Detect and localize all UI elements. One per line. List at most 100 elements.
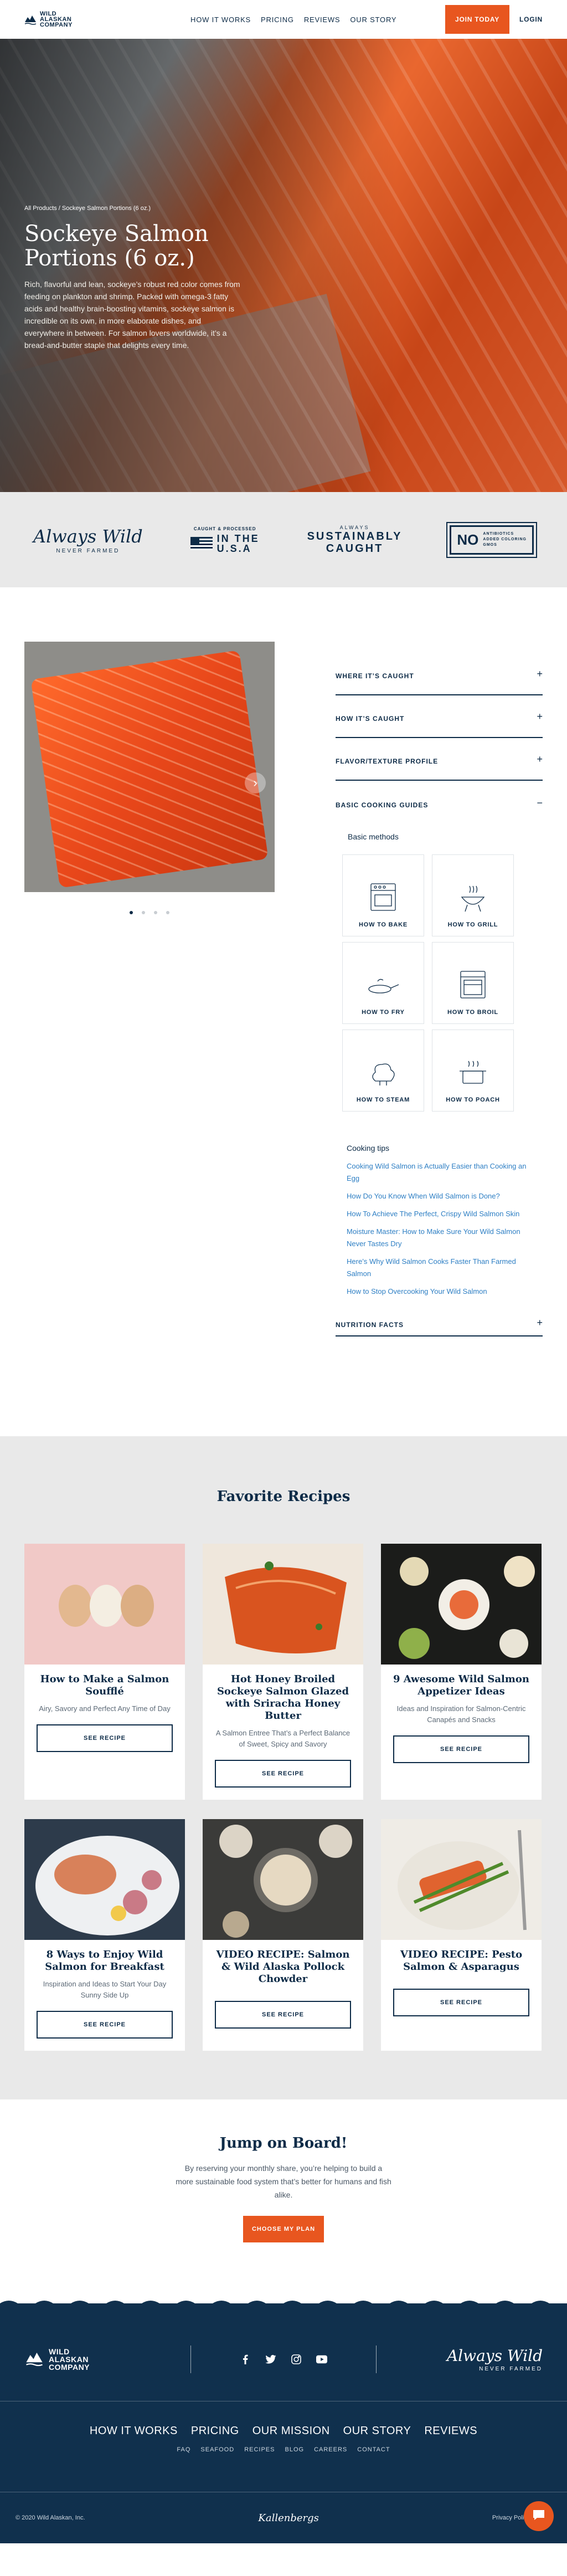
method-steam[interactable]: HOW TO STEAM [342, 1030, 424, 1112]
cooking-tip-link[interactable]: How To Achieve The Perfect, Crispy Wild … [347, 1208, 535, 1220]
method-label: HOW TO POACH [446, 1097, 500, 1103]
accordion-label: WHERE IT’S CAUGHT [336, 672, 414, 680]
see-recipe-button[interactable]: SEE RECIPE [37, 1724, 173, 1752]
carousel-dot[interactable] [154, 911, 157, 914]
footer-logo[interactable]: WILD ALASKAN COMPANY [24, 2348, 190, 2371]
recipe-title[interactable]: Hot Honey Broiled Sockeye Salmon Glazed … [215, 1673, 351, 1722]
flag-icon [190, 536, 213, 550]
social-links [240, 2354, 327, 2365]
method-grill[interactable]: HOW TO GRILL [432, 854, 514, 936]
recipe-card: 9 Awesome Wild Salmon Appetizer Ideas Id… [381, 1544, 542, 1800]
breakfast-illustration [35, 1836, 179, 1935]
favorite-recipes: Favorite Recipes How to Make a Salmon So… [0, 1436, 567, 2099]
cooking-tip-link[interactable]: Moisture Master: How to Make Sure Your W… [347, 1226, 535, 1250]
cooking-methods-grid: HOW TO BAKE HOW TO GRILL HOW TO FRY HOW … [342, 854, 543, 1112]
cooking-tip-link[interactable]: Cooking Wild Salmon is Actually Easier t… [347, 1160, 535, 1185]
frying-pan-icon [367, 968, 400, 1001]
twitter-icon[interactable] [265, 2354, 276, 2365]
no-badge-item: GMOS [483, 543, 497, 547]
footer-link-careers[interactable]: CAREERS [314, 2446, 347, 2453]
see-recipe-button[interactable]: SEE RECIPE [215, 2001, 351, 2029]
see-recipe-button[interactable]: SEE RECIPE [393, 1989, 529, 2016]
facebook-icon[interactable] [240, 2354, 251, 2365]
footer-link-faq[interactable]: FAQ [177, 2446, 190, 2453]
nav-reviews[interactable]: REVIEWS [304, 16, 341, 24]
recipe-card: How to Make a Salmon Soufflé Airy, Savor… [24, 1544, 185, 1800]
cooking-tip-link[interactable]: How to Stop Overcooking Your Wild Salmon [347, 1286, 535, 1298]
method-poach[interactable]: HOW TO POACH [432, 1030, 514, 1112]
salmon-fillet-image [30, 650, 269, 888]
footer-link-contact[interactable]: CONTACT [357, 2446, 390, 2453]
footer-nav-how-it-works[interactable]: HOW IT WORKS [90, 2425, 178, 2437]
nav-pricing[interactable]: PRICING [261, 16, 294, 24]
recipe-card: VIDEO RECIPE: Pesto Salmon & Asparagus S… [381, 1819, 542, 2051]
chat-button[interactable] [524, 2501, 554, 2531]
method-label: HOW TO BROIL [447, 1009, 498, 1016]
footer-nav-pricing[interactable]: PRICING [191, 2425, 239, 2437]
logo[interactable]: WILD ALASKAN COMPANY [24, 11, 146, 28]
nav-how-it-works[interactable]: HOW IT WORKS [190, 16, 251, 24]
accordion-nutrition-facts[interactable]: NUTRITION FACTS + [336, 1311, 543, 1336]
minus-icon: − [537, 797, 543, 808]
footer-nav-our-mission[interactable]: OUR MISSION [252, 2425, 330, 2437]
cooking-tip-link[interactable]: How Do You Know When Wild Salmon is Done… [347, 1190, 535, 1202]
carousel-dot[interactable] [130, 911, 133, 914]
youtube-icon[interactable] [316, 2354, 327, 2365]
recipe-title[interactable]: 8 Ways to Enjoy Wild Salmon for Breakfas… [37, 1949, 173, 1973]
footer-link-blog[interactable]: BLOG [285, 2446, 304, 2453]
recipe-image [381, 1819, 542, 1940]
accordion-how-caught[interactable]: HOW IT’S CAUGHT + [336, 695, 543, 738]
see-recipe-button[interactable]: SEE RECIPE [393, 1735, 529, 1763]
copyright: © 2020 Wild Alaskan, Inc. [16, 2514, 85, 2521]
kallenbergs-logo[interactable]: Kallenbergs [258, 2512, 318, 2524]
carousel-dot[interactable] [142, 911, 145, 914]
recipe-title[interactable]: 9 Awesome Wild Salmon Appetizer Ideas [393, 1673, 529, 1698]
cooking-tip-link[interactable]: Here’s Why Wild Salmon Cooks Faster Than… [347, 1256, 535, 1280]
method-label: HOW TO FRY [362, 1009, 405, 1016]
recipe-title[interactable]: How to Make a Salmon Soufflé [37, 1673, 173, 1698]
usa-badge-row: IN THE U.S.A [190, 534, 260, 554]
logo-text-line: COMPANY [49, 2363, 90, 2372]
recipe-card: 8 Ways to Enjoy Wild Salmon for Breakfas… [24, 1819, 185, 2051]
footer-nav-our-story[interactable]: OUR STORY [343, 2425, 411, 2437]
recipe-image [24, 1544, 185, 1665]
hero-content: All Products / Sockeye Salmon Portions (… [24, 205, 240, 351]
carousel-dots [24, 911, 275, 914]
accordion-label: NUTRITION FACTS [336, 1321, 404, 1329]
recipe-title[interactable]: VIDEO RECIPE: Pesto Salmon & Asparagus [393, 1949, 529, 1973]
footer-link-recipes[interactable]: RECIPES [244, 2446, 275, 2453]
sustainably-caught-badge: ALWAYS SUSTAINABLY CAUGHT [307, 525, 403, 555]
accordion-cooking-guides[interactable]: BASIC COOKING GUIDES − [336, 781, 543, 823]
recipe-card-body: 8 Ways to Enjoy Wild Salmon for Breakfas… [24, 1940, 185, 2051]
breadcrumb[interactable]: All Products / Sockeye Salmon Portions (… [24, 205, 240, 212]
next-arrow-icon[interactable]: › [245, 772, 266, 793]
usa-badge-line: U.S.A [217, 542, 252, 554]
accordion-where-caught[interactable]: WHERE IT’S CAUGHT + [336, 653, 543, 695]
footer-nav-reviews[interactable]: REVIEWS [424, 2425, 477, 2437]
footer-link-seafood[interactable]: SEAFOOD [200, 2446, 234, 2453]
grill-icon [456, 880, 489, 914]
main-nav: HOW IT WORKS PRICING REVIEWS OUR STORY [190, 16, 396, 24]
instagram-icon[interactable] [291, 2354, 302, 2365]
eggs-illustration [59, 1585, 154, 1627]
nav-our-story[interactable]: OUR STORY [350, 16, 396, 24]
see-recipe-button[interactable]: SEE RECIPE [215, 1760, 351, 1788]
cooking-tips-title: Cooking tips [347, 1144, 390, 1153]
jump-on-board: Jump on Board! By reserving your monthly… [0, 2099, 567, 2303]
login-link[interactable]: LOGIN [519, 16, 543, 23]
never-farmed-text: NEVER FARMED [479, 2366, 543, 2372]
carousel-dot[interactable] [166, 911, 169, 914]
recipe-title[interactable]: VIDEO RECIPE: Salmon & Wild Alaska Pollo… [215, 1949, 351, 1985]
accordion-flavor-profile[interactable]: FLAVOR/TEXTURE PROFILE + [336, 738, 543, 781]
method-broil[interactable]: HOW TO BROIL [432, 942, 514, 1024]
footer-divider [376, 2345, 377, 2373]
always-wild-badge: Always Wild NEVER FARMED [377, 2347, 543, 2372]
method-bake[interactable]: HOW TO BAKE [342, 854, 424, 936]
see-recipe-button[interactable]: SEE RECIPE [37, 2011, 173, 2039]
method-fry[interactable]: HOW TO FRY [342, 942, 424, 1024]
join-today-button[interactable]: JOIN TODAY [445, 5, 509, 34]
always-wild-text: Always Wild [446, 2347, 543, 2365]
choose-my-plan-button[interactable]: CHOOSE MY PLAN [243, 2216, 324, 2242]
page-title: Sockeye Salmon Portions (6 oz.) [24, 221, 209, 271]
plus-icon: + [537, 668, 543, 679]
